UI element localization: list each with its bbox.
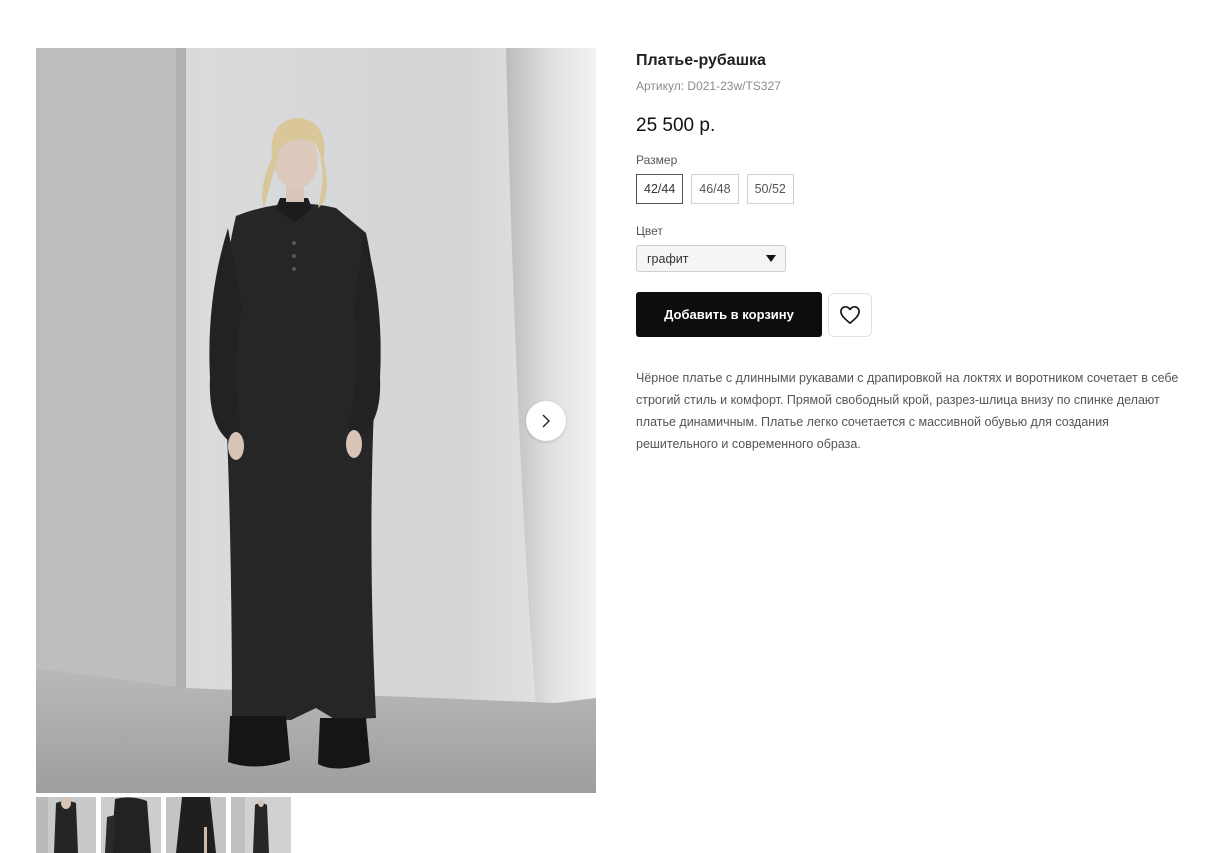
thumbnail-4[interactable] [231,797,291,853]
sku-label: Артикул: [636,79,685,93]
size-option-46-48[interactable]: 46/48 [691,174,739,204]
product-description: Чёрное платье с длинными рукавами с драп… [636,371,1179,451]
gallery-thumbnails [36,797,291,853]
product-info: Платье-рубашка Артикул: D021-23w/TS327 2… [636,48,1188,455]
color-select[interactable]: графит [636,245,786,272]
sku-value: D021-23w/TS327 [687,79,781,93]
product-sku: Артикул: D021-23w/TS327 [636,79,1188,93]
size-label: Размер [636,153,678,167]
thumbnail-2[interactable] [101,797,161,853]
thumbnail-1[interactable] [36,797,96,853]
product-title: Платье-рубашка [636,52,766,69]
wishlist-button[interactable] [828,292,872,337]
product-price: 25 500 р. [636,115,716,136]
thumbnail-3[interactable] [166,797,226,853]
size-options: 42/44 46/48 50/52 [636,174,1188,204]
heart-outline-icon [840,305,860,324]
size-option-42-44[interactable]: 42/44 [636,174,684,204]
color-select-value: графит [647,251,689,266]
caret-down-icon [766,255,776,262]
product-main-image [36,48,596,793]
product-page: Платье-рубашка Артикул: D021-23w/TS327 2… [0,0,1214,853]
chevron-right-icon [542,414,550,428]
add-to-cart-button[interactable]: Добавить в корзину [636,292,822,337]
size-option-50-52[interactable]: 50/52 [746,174,794,204]
purchase-actions: Добавить в корзину [636,292,1188,337]
color-label: Цвет [636,224,663,238]
gallery-next-button[interactable] [526,401,566,441]
model-photo [36,48,596,793]
